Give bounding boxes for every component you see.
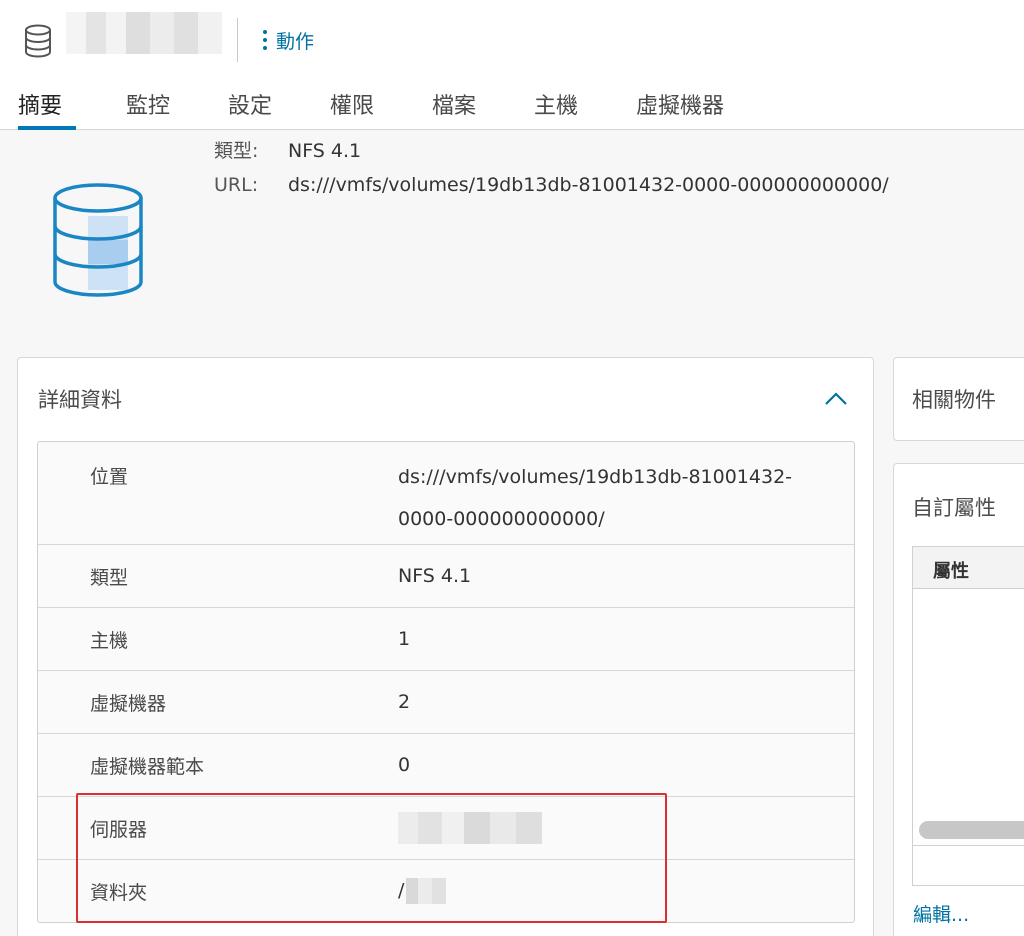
row-key-server: 伺服器 xyxy=(90,818,148,841)
server-redacted xyxy=(398,812,542,844)
row-value-vm-templates: 0 xyxy=(398,754,411,776)
table-row: 伺服器 xyxy=(38,796,854,859)
tab-bar: 摘要 監控 設定 權限 檔案 主機 虛擬機器 xyxy=(18,82,736,130)
table-row: 主機 1 xyxy=(38,607,854,670)
type-row: 類型: NFS 4.1 xyxy=(214,134,889,168)
tab-hosts[interactable]: 主機 xyxy=(534,82,584,130)
row-key-type: 類型 xyxy=(90,566,129,589)
summary-meta: 類型: NFS 4.1 URL: ds:///vmfs/volumes/19db… xyxy=(214,134,889,202)
object-header: 動作 摘要 監控 設定 權限 檔案 主機 虛擬機器 xyxy=(0,0,1024,130)
tab-permissions[interactable]: 權限 xyxy=(330,82,380,130)
type-label: 類型: xyxy=(214,140,259,162)
header-divider xyxy=(237,18,238,62)
row-value-server xyxy=(398,812,854,844)
row-value-folder: / xyxy=(398,878,854,904)
tab-vms[interactable]: 虛擬機器 xyxy=(636,82,736,130)
actions-button[interactable]: 動作 xyxy=(262,26,314,54)
actions-label: 動作 xyxy=(276,30,315,53)
datastore-icon xyxy=(53,183,143,297)
tab-summary[interactable]: 摘要 xyxy=(18,82,76,130)
url-value: ds:///vmfs/volumes/19db13db-81001432-000… xyxy=(288,174,889,196)
row-key-hosts: 主機 xyxy=(90,629,129,652)
database-icon xyxy=(25,24,51,58)
attribute-column-header[interactable]: 屬性 xyxy=(913,547,1024,589)
row-key-folder: 資料夾 xyxy=(90,881,148,904)
vertical-ellipsis-icon xyxy=(262,28,268,52)
row-key-vms: 虛擬機器 xyxy=(90,692,167,715)
tab-monitor[interactable]: 監控 xyxy=(126,82,176,130)
type-value: NFS 4.1 xyxy=(288,140,362,162)
folder-redacted xyxy=(406,878,447,904)
row-value-vms: 2 xyxy=(398,691,411,713)
chevron-up-icon[interactable] xyxy=(823,388,849,410)
folder-prefix: / xyxy=(398,879,405,902)
table-row: 類型 NFS 4.1 xyxy=(38,544,854,607)
url-label: URL: xyxy=(214,174,259,196)
row-value-location: ds:///vmfs/volumes/19db13db-81001432- 00… xyxy=(398,442,854,544)
table-row: 資料夾 / xyxy=(38,859,854,922)
details-table: 位置 ds:///vmfs/volumes/19db13db-81001432-… xyxy=(37,441,855,923)
grid-footer xyxy=(913,845,1024,846)
location-line-1: ds:///vmfs/volumes/19db13db-81001432- xyxy=(398,466,793,488)
url-row: URL: ds:///vmfs/volumes/19db13db-8100143… xyxy=(214,168,889,202)
custom-attributes-title: 自訂屬性 xyxy=(912,496,996,520)
related-objects-card: 相關物件 xyxy=(893,357,1024,441)
tab-configure[interactable]: 設定 xyxy=(228,82,278,130)
object-name-redacted xyxy=(66,12,222,54)
location-line-2: 0000-000000000000/ xyxy=(398,508,605,530)
attributes-grid: 屬性 xyxy=(912,546,1024,886)
row-value-hosts: 1 xyxy=(398,628,411,650)
table-row: 位置 ds:///vmfs/volumes/19db13db-81001432-… xyxy=(38,442,854,544)
custom-attributes-card: 自訂屬性 屬性 編輯... xyxy=(893,463,1024,936)
row-key-vm-templates: 虛擬機器範本 xyxy=(90,755,205,778)
horizontal-scrollbar[interactable] xyxy=(919,821,1024,839)
details-card: 詳細資料 位置 ds:///vmfs/volumes/19db13db-8100… xyxy=(17,357,874,936)
table-row: 虛擬機器範本 0 xyxy=(38,733,854,796)
edit-link[interactable]: 編輯... xyxy=(913,900,969,927)
row-key-location: 位置 xyxy=(90,466,129,488)
tab-files[interactable]: 檔案 xyxy=(432,82,482,130)
table-row: 虛擬機器 2 xyxy=(38,670,854,733)
related-objects-title: 相關物件 xyxy=(912,388,996,412)
row-value-type: NFS 4.1 xyxy=(398,565,472,587)
details-title: 詳細資料 xyxy=(38,388,122,412)
